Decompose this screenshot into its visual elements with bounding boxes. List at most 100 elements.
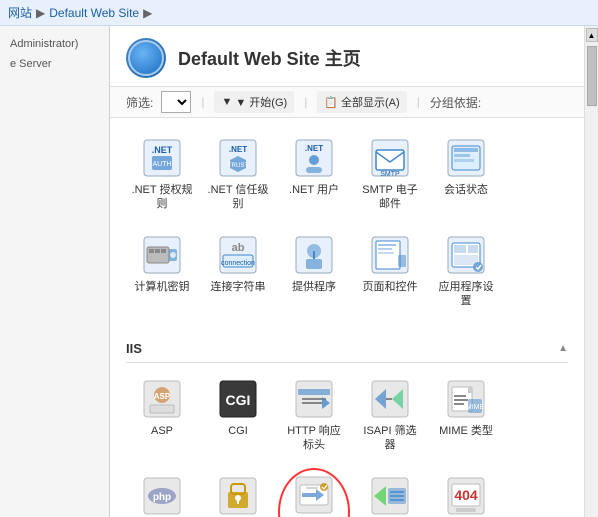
page-title-area: Default Web Site 主页 [110,26,584,87]
filter-label: 筛选: [126,94,153,111]
icon-item-ssl[interactable]: SSL 设置 [202,468,274,517]
icon-item-http[interactable]: HTTP 响应标头 [278,371,350,460]
icon-item-connstr[interactable]: ab connection 连接字符串 [202,227,274,316]
breadcrumb-separator-1: ▶ [36,6,45,20]
start-button[interactable]: ▼ ▼ 开始(G) [214,91,294,113]
svg-text:.NET: .NET [305,144,323,153]
svg-text:.NET: .NET [229,145,247,154]
icon-item-handler[interactable]: 处理程序映射 [354,468,426,517]
breadcrumb-item-website[interactable]: Default Web Site [49,6,139,20]
cgi-label: CGI [228,424,248,438]
breadcrumb-bar: 网站 ▶ Default Web Site ▶ [0,0,598,26]
icon-item-net-trust[interactable]: .NET TRUST .NET 信任级别 [202,130,274,219]
icon-item-asp[interactable]: ASP ASP [126,371,198,460]
toolbar-separator-2: | [304,95,307,109]
url-rewrite-icon [294,475,334,515]
svg-text:ab: ab [232,242,245,254]
toolbar-separator-1: | [201,95,204,109]
net-auth-icon: .NET AUTH [142,138,182,178]
net-trust-icon: .NET TRUST [218,138,258,178]
icon-item-smtp[interactable]: SMTP SMTP 电子邮件 [354,130,426,219]
page-title-icon [126,38,166,78]
icon-item-pages[interactable]: 页面和控件 [354,227,426,316]
mime-label: MIME 类型 [439,424,493,438]
show-all-label: 全部显示(A) [341,94,400,110]
show-all-icon: 📋 [324,96,338,109]
session-label: 会话状态 [444,183,488,197]
aspnet-icons-grid: .NET AUTH .NET 授权规则 .NET TRU [126,126,568,223]
svg-text:MIME: MIME [466,404,485,411]
connstr-label: 连接字符串 [211,280,266,294]
svg-text:CGI: CGI [226,392,251,408]
provider-label: 提供程序 [292,280,336,294]
appset-label: 应用程序设置 [435,280,497,309]
pages-label: 页面和控件 [363,280,418,294]
icon-item-error[interactable]: 404 错误页 [430,468,502,517]
iis-section-label: IIS [126,341,142,356]
iis-icons-grid-2: php PHP Manager [126,464,568,517]
scrollbar[interactable]: ▲ [584,26,598,517]
scrollbar-up[interactable]: ▲ [586,28,598,42]
page-title: Default Web Site 主页 [178,45,361,71]
show-all-button[interactable]: 📋 全部显示(A) [317,91,406,113]
svg-text:404: 404 [454,487,478,503]
isapi-label: ISAPI 筛选器 [359,424,421,453]
breadcrumb-item-site[interactable]: 网站 [8,4,32,21]
net-trust-label: .NET 信任级别 [207,183,269,212]
pages-icon [370,235,410,275]
asp-label: ASP [151,424,173,438]
icon-item-net-auth[interactable]: .NET AUTH .NET 授权规则 [126,130,198,219]
icon-item-url[interactable]: URL 重写 [278,468,350,517]
net-user-icon: .NET [294,138,334,178]
svg-text:.NET: .NET [152,145,173,155]
smtp-label: SMTP 电子邮件 [359,183,421,212]
filter-select[interactable] [161,91,191,113]
session-icon [446,138,486,178]
asp-icon: ASP [142,379,182,419]
ssl-icon [218,476,258,516]
provider-icon [294,235,334,275]
iis-section-header: IIS ▲ [126,335,568,363]
toolbar-separator-3: | [417,95,420,109]
error-icon: 404 [446,476,486,516]
aspnet-section: .NET AUTH .NET 授权规则 .NET TRU [110,118,584,327]
svg-text:TRUST: TRUST [228,163,248,169]
svg-text:connection: connection [221,260,255,267]
icon-item-appset[interactable]: 应用程序设置 [430,227,502,316]
scrollbar-thumb[interactable] [587,46,597,106]
start-label: ▼ 开始(G) [235,94,287,110]
appset-icon [446,235,486,275]
handler-icon [370,476,410,516]
content-area[interactable]: Default Web Site 主页 筛选: | ▼ ▼ 开始(G) | 📋 … [110,26,584,517]
php-icon: php [142,476,182,516]
breadcrumb-separator-2: ▶ [143,6,152,20]
start-icon: ▼ [221,96,232,108]
machinekey-icon [142,235,182,275]
sidebar-user-item: Administrator) [4,34,105,54]
iis-section: IIS ▲ ASP ASP [110,327,584,517]
svg-text:ASP: ASP [154,392,171,401]
icon-item-php[interactable]: php PHP Manager [126,468,198,517]
cgi-icon: CGI [218,379,258,419]
sidebar-server-label: e Server [10,58,99,70]
connstr-icon: ab connection [218,235,258,275]
svg-text:AUTH: AUTH [152,161,171,168]
machinekey-label: 计算机密钥 [135,280,190,294]
icon-item-net-user[interactable]: .NET .NET 用户 [278,130,350,219]
icon-item-cgi[interactable]: CGI CGI [202,371,274,460]
icon-item-isapi[interactable]: ISAPI 筛选器 [354,371,426,460]
sidebar-server-item: e Server [4,54,105,74]
http-label: HTTP 响应标头 [283,424,345,453]
group-label: 分组依据: [430,94,481,111]
net-auth-label: .NET 授权规则 [131,183,193,212]
icon-item-provider[interactable]: 提供程序 [278,227,350,316]
isapi-icon [370,379,410,419]
icon-item-session[interactable]: 会话状态 [430,130,502,219]
http-icon [294,379,334,419]
icon-item-mime[interactable]: MIME MIME 类型 [430,371,502,460]
iis-section-collapse[interactable]: ▲ [558,343,568,354]
smtp-icon: SMTP [370,138,410,178]
mime-icon: MIME [446,379,486,419]
svg-text:php: php [153,492,171,503]
icon-item-machinekey[interactable]: 计算机密钥 [126,227,198,316]
